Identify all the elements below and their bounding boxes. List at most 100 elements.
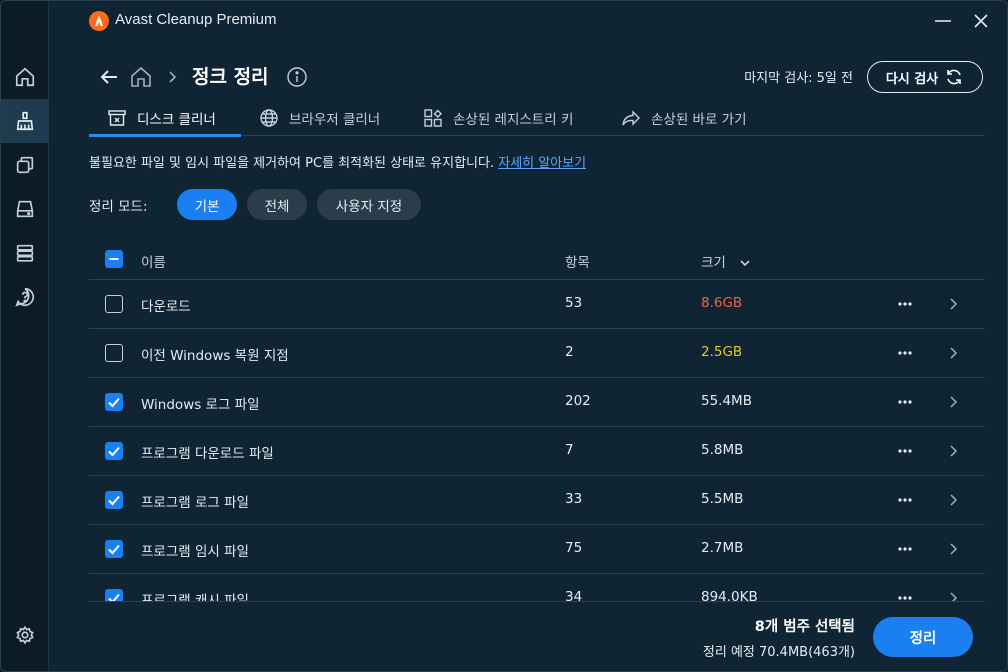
mode-basic-button[interactable]: 기본 — [177, 189, 237, 220]
row-size: 5.5MB — [701, 491, 744, 507]
column-size-label: 크기 — [701, 255, 726, 271]
row-items: 202 — [565, 393, 591, 409]
row-checkbox[interactable] — [105, 540, 123, 558]
active-tab-indicator — [89, 134, 241, 137]
sidebar-item-disk[interactable] — [1, 187, 49, 231]
info-icon[interactable] — [286, 66, 308, 88]
checkmark-icon — [108, 495, 120, 506]
more-options-icon[interactable] — [897, 492, 913, 508]
sidebar-item-help[interactable] — [1, 275, 49, 319]
row-checkbox[interactable] — [105, 491, 123, 509]
learn-more-link[interactable]: 자세히 알아보기 — [498, 156, 586, 171]
home-icon — [15, 67, 35, 87]
sidebar-item-home[interactable] — [1, 55, 49, 99]
checkmark-icon — [108, 544, 120, 555]
back-arrow-icon[interactable] — [97, 65, 121, 89]
minimize-icon — [935, 20, 951, 22]
page-title: 정크 정리 — [192, 66, 269, 88]
column-size-header[interactable]: 크기 — [701, 251, 752, 271]
rescan-button[interactable]: 다시 검사 — [867, 61, 983, 93]
sidebar-item-performance[interactable] — [1, 231, 49, 275]
last-scan-text: 마지막 검사: 5일 전 — [744, 71, 853, 86]
sidebar — [1, 1, 49, 671]
copy-icon — [16, 156, 34, 174]
select-all-checkbox[interactable] — [105, 250, 123, 268]
disk-cleaner-icon — [108, 110, 126, 126]
row-items: 7 — [565, 442, 574, 458]
registry-icon — [424, 109, 442, 127]
selected-count: 8개 범주 선택됨 — [754, 619, 855, 635]
home-icon[interactable] — [129, 65, 153, 89]
row-items: 75 — [565, 540, 583, 556]
help-icon — [15, 287, 35, 307]
row-chevron-right-icon[interactable] — [947, 345, 959, 361]
row-checkbox[interactable] — [105, 589, 123, 601]
footer-divider — [89, 601, 985, 602]
sidebar-item-apps[interactable] — [1, 143, 49, 187]
more-options-icon[interactable] — [897, 394, 913, 410]
row-chevron-right-icon[interactable] — [947, 590, 959, 601]
table-row[interactable]: 프로그램 임시 파일 75 2.7MB — [89, 525, 985, 574]
table-row[interactable]: 이전 Windows 복원 지점 2 2.5GB — [89, 329, 985, 378]
checkmark-icon — [108, 593, 120, 601]
tab-registry[interactable]: 손상된 레지스트리 키 — [423, 101, 573, 135]
tab-shortcuts[interactable]: 손상된 바로 가기 — [621, 101, 747, 135]
tab-label: 디스크 클리너 — [137, 112, 216, 128]
table-row[interactable]: 다운로드 53 8.6GB — [89, 280, 985, 329]
row-checkbox[interactable] — [105, 393, 123, 411]
title-bar: Avast Cleanup Premium — [49, 1, 1007, 41]
chevron-right-icon — [169, 71, 177, 83]
row-checkbox[interactable] — [105, 295, 123, 313]
broom-icon — [16, 111, 34, 131]
mode-full-button[interactable]: 전체 — [247, 189, 307, 220]
more-options-icon[interactable] — [897, 443, 913, 459]
table-row[interactable]: Windows 로그 파일 202 55.4MB — [89, 378, 985, 427]
stack-icon — [16, 244, 34, 262]
avast-logo-icon — [89, 11, 109, 31]
table-row[interactable]: 프로그램 캐시 파일 34 894.0KB — [89, 574, 985, 601]
sidebar-item-cleanup[interactable] — [1, 99, 49, 143]
junk-table: 이름 항목 크기 다운로드 53 8.6GB 이전 Windows 복원 지점 2 2.5… — [89, 239, 985, 601]
column-items-header[interactable]: 항목 — [565, 251, 590, 271]
row-chevron-right-icon[interactable] — [947, 541, 959, 557]
row-chevron-right-icon[interactable] — [947, 296, 959, 312]
row-checkbox[interactable] — [105, 344, 123, 362]
row-size: 5.8MB — [701, 442, 744, 458]
mode-custom-button[interactable]: 사용자 지정 — [317, 189, 421, 220]
table-row[interactable]: 프로그램 다운로드 파일 7 5.8MB — [89, 427, 985, 476]
more-options-icon[interactable] — [897, 345, 913, 361]
row-items: 53 — [565, 295, 583, 311]
more-options-icon[interactable] — [897, 296, 913, 312]
table-row[interactable]: 프로그램 로그 파일 33 5.5MB — [89, 476, 985, 525]
row-checkbox[interactable] — [105, 442, 123, 460]
row-chevron-right-icon[interactable] — [947, 492, 959, 508]
more-options-icon[interactable] — [897, 590, 913, 601]
row-name: 프로그램 다운로드 파일 — [141, 446, 274, 462]
globe-icon — [260, 109, 278, 127]
more-options-icon[interactable] — [897, 541, 913, 557]
gear-icon — [16, 625, 34, 645]
row-name: Windows 로그 파일 — [141, 397, 260, 413]
sidebar-item-settings[interactable] — [1, 613, 49, 657]
description-text: 불필요한 파일 및 임시 파일을 제거하여 PC를 최적화된 상태로 유지합니다… — [89, 156, 495, 171]
rescan-label: 다시 검사 — [885, 71, 939, 87]
cleanup-mode-label: 정리 모드: — [89, 199, 148, 215]
row-name: 프로그램 캐시 파일 — [141, 593, 249, 601]
close-button[interactable] — [969, 9, 993, 33]
tab-disk-cleaner[interactable]: 디스크 클리너 — [107, 101, 216, 135]
row-name: 다운로드 — [141, 299, 191, 315]
clean-button[interactable]: 정리 — [873, 617, 973, 657]
row-size: 8.6GB — [701, 295, 743, 311]
row-chevron-right-icon[interactable] — [947, 394, 959, 410]
row-items: 34 — [565, 589, 583, 601]
row-chevron-right-icon[interactable] — [947, 443, 959, 459]
app-window: Avast Cleanup Premium 정크 정리 마지막 검사: 5일 전… — [0, 0, 1008, 672]
minimize-button[interactable] — [931, 9, 955, 33]
page-header: 정크 정리 마지막 검사: 5일 전 다시 검사 — [49, 57, 1007, 97]
row-items: 33 — [565, 491, 583, 507]
tab-browser-cleaner[interactable]: 브라우저 클리너 — [259, 101, 380, 135]
shortcut-icon — [622, 110, 640, 126]
column-name-header[interactable]: 이름 — [141, 251, 166, 271]
row-size: 2.7MB — [701, 540, 744, 556]
checkmark-icon — [108, 397, 120, 408]
